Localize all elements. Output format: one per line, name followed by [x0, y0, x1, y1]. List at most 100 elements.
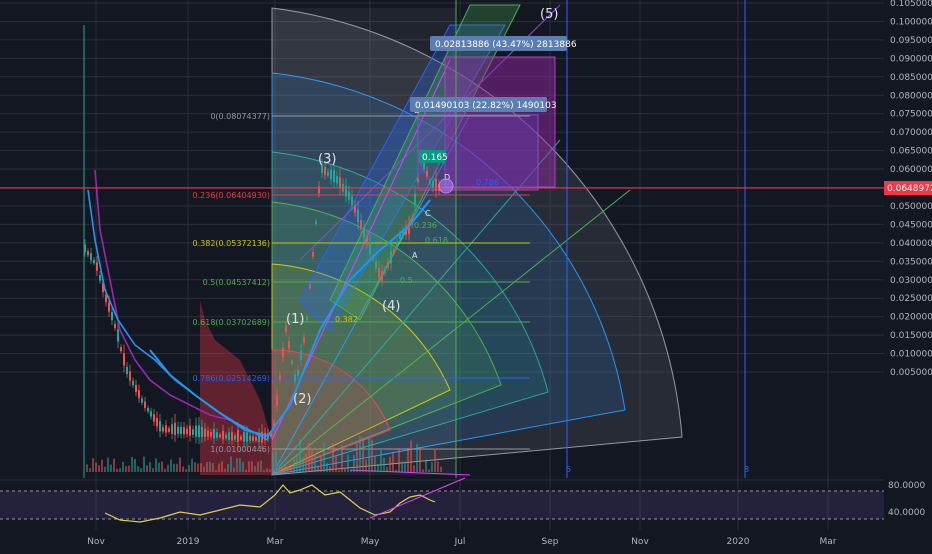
volume-bar	[371, 439, 373, 472]
volume-bar	[284, 464, 286, 472]
volume-bar	[134, 458, 136, 472]
time-tick-label: 2020	[727, 537, 750, 547]
price-tick-label: 0.10500000	[890, 0, 932, 9]
volume-bar	[206, 462, 208, 472]
wave-label-5: (5)	[540, 7, 558, 22]
wave-label-2: (2)	[293, 392, 311, 407]
candle-body	[132, 380, 134, 386]
candle-body	[222, 430, 224, 440]
rsi-axis-40: 40.0000	[888, 508, 925, 518]
volume-bar	[149, 462, 151, 472]
candle-body	[210, 431, 212, 437]
candle-body	[90, 253, 92, 261]
volume-bar	[410, 440, 412, 472]
volume-bar	[215, 469, 217, 472]
price-tick-label: 0.03500000	[890, 257, 932, 267]
volume-bar	[389, 456, 391, 472]
volume-bar	[416, 443, 418, 472]
price-tick-label: 0.10000000	[890, 17, 932, 27]
volume-bar	[248, 461, 250, 472]
volume-bar	[230, 456, 232, 472]
volume-bar	[161, 461, 163, 472]
volume-bar	[95, 462, 97, 472]
volume-bar	[209, 461, 211, 472]
volume-bar	[308, 442, 310, 472]
volume-bar	[353, 454, 355, 472]
volume-bar	[380, 449, 382, 472]
volume-bar	[344, 468, 346, 472]
time-tick-label: Nov	[631, 537, 649, 547]
candle-body	[357, 209, 359, 223]
candle-body	[165, 425, 167, 433]
candle-body	[360, 220, 362, 230]
change-badge-text: 0.165	[422, 153, 448, 163]
time-tick-label: Jul	[454, 537, 466, 547]
candle-body	[276, 395, 278, 406]
candle-body	[417, 178, 419, 183]
measure-text-upper: 0.02813886 (43.47%) 2813886	[435, 40, 577, 50]
volume-bar	[125, 466, 127, 472]
volume-bar	[305, 453, 307, 472]
candle-body	[345, 185, 347, 197]
candle-body	[291, 360, 293, 364]
candle-body	[387, 261, 389, 268]
candle-body	[198, 425, 200, 438]
price-tick-label: 0.06500000	[890, 147, 932, 157]
chart-canvas[interactable]: 0(0.08074377) 0.236(0.06404930) 0.382(0.05…	[0, 0, 932, 550]
trading-chart[interactable]: 0(0.08074377) 0.236(0.06404930) 0.382(0.05…	[0, 0, 932, 550]
volume-bar	[293, 459, 295, 472]
volume-bar	[338, 469, 340, 472]
candle-body	[138, 390, 140, 399]
time-tick-label: May	[361, 537, 380, 547]
candle-body	[312, 252, 314, 257]
volume-bar	[266, 468, 268, 472]
price-tick-label: 0.07000000	[890, 128, 932, 138]
candle-body	[108, 302, 110, 312]
volume-bar	[374, 456, 376, 472]
abc-label-c: C	[425, 209, 431, 218]
volume-bar	[299, 438, 301, 472]
candle-body	[282, 347, 284, 357]
candle-body	[336, 176, 338, 184]
price-tick-label: 0.02000000	[890, 313, 932, 323]
volume-bar	[404, 461, 406, 472]
volume-bar	[146, 465, 148, 472]
price-tick-label: 0.09000000	[890, 54, 932, 64]
candle-body	[249, 435, 251, 441]
candle-body	[432, 180, 434, 189]
volume-bar	[212, 463, 214, 472]
volume-bar	[182, 466, 184, 472]
time-tick-label: Sep	[542, 537, 559, 547]
volume-bar	[110, 464, 112, 472]
fan-label-5: 0.5	[400, 276, 413, 285]
candle-body	[378, 268, 380, 278]
volume-bar	[362, 437, 364, 472]
fan-label-786: 0.786	[476, 178, 499, 187]
candle-body	[396, 241, 398, 247]
volume-bar	[86, 464, 88, 472]
volume-bar	[413, 465, 415, 472]
candle-body	[189, 425, 191, 436]
volume-bar	[200, 463, 202, 472]
price-tick-label: 0.02500000	[890, 294, 932, 304]
candle-body	[126, 367, 128, 374]
candle-body	[186, 428, 188, 435]
candle-body	[375, 261, 377, 269]
fib-level-label: 0.382(0.05372136)	[193, 239, 271, 248]
candle-body	[213, 428, 215, 439]
candle-body	[327, 171, 329, 176]
fan-label-382: 0.382	[335, 315, 358, 324]
volume-bar	[122, 461, 124, 472]
volume-bar	[131, 457, 133, 472]
candle-body	[423, 162, 425, 170]
candle-body	[243, 431, 245, 442]
abc-label-a: A	[412, 251, 418, 260]
volume-bar	[167, 464, 169, 472]
volume-bar	[197, 463, 199, 472]
candle-body	[144, 401, 146, 408]
candle-body	[195, 425, 197, 437]
volume-bar	[221, 461, 223, 472]
target-circle[interactable]	[438, 178, 454, 194]
candle-body	[333, 170, 335, 183]
volume-bar	[194, 462, 196, 472]
